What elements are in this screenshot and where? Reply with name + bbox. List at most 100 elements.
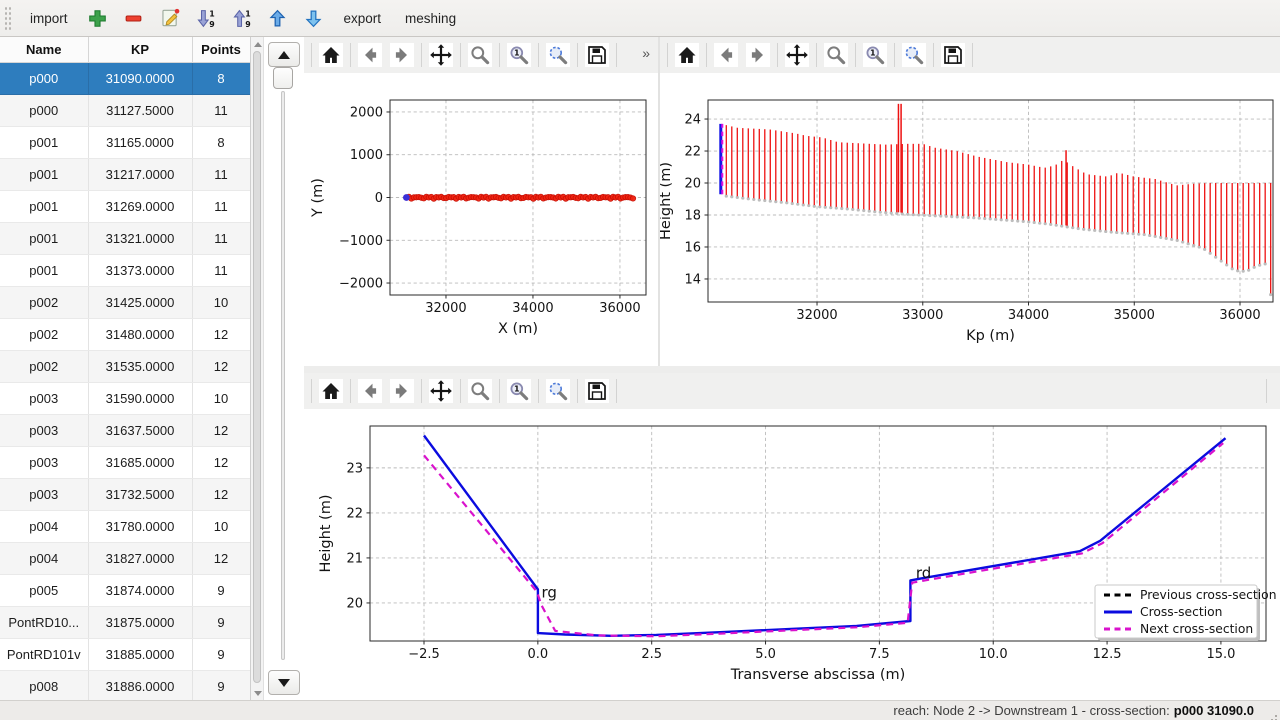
table-cell[interactable]: PontRD10... <box>0 607 88 639</box>
table-row[interactable]: p00131373.000011 <box>0 255 250 287</box>
table-cell[interactable]: 8 <box>192 63 250 95</box>
table-cell[interactable]: 31590.0000 <box>88 383 192 415</box>
table-cell[interactable]: p003 <box>0 447 88 479</box>
next-section-button[interactable] <box>268 670 300 695</box>
table-cell[interactable]: p003 <box>0 383 88 415</box>
back-button[interactable] <box>355 376 385 406</box>
plan-view-chart[interactable]: 320003400036000−2000−1000010002000X (m)Y… <box>304 73 658 360</box>
table-row[interactable]: p00331637.500012 <box>0 415 250 447</box>
table-cell[interactable]: p001 <box>0 191 88 223</box>
table-cell[interactable]: 10 <box>192 383 250 415</box>
home-button[interactable] <box>316 376 346 406</box>
export-button[interactable]: export <box>337 7 389 30</box>
table-cell[interactable]: 11 <box>192 223 250 255</box>
table-cell[interactable]: p004 <box>0 543 88 575</box>
column-header-kp[interactable]: KP <box>88 37 192 63</box>
zoom-original-button[interactable]: 1 <box>504 376 534 406</box>
section-slider-handle[interactable] <box>273 67 293 89</box>
zoom-region-button[interactable] <box>543 40 573 70</box>
table-cell[interactable]: 12 <box>192 543 250 575</box>
save-button[interactable] <box>582 40 612 70</box>
table-cell[interactable]: p005 <box>0 575 88 607</box>
table-cell[interactable]: 11 <box>192 159 250 191</box>
table-cell[interactable]: p002 <box>0 319 88 351</box>
back-button[interactable] <box>711 40 741 70</box>
table-cell[interactable]: 11 <box>192 95 250 127</box>
table-row[interactable]: PontRD10...31875.00009 <box>0 607 250 639</box>
table-cell[interactable]: 31780.0000 <box>88 511 192 543</box>
table-cell[interactable]: 31886.0000 <box>88 671 192 701</box>
table-row[interactable]: p00131217.000011 <box>0 159 250 191</box>
edit-cross-section-button[interactable] <box>157 5 183 31</box>
remove-cross-section-button[interactable] <box>121 5 147 31</box>
longitudinal-profile-chart[interactable]: 3200033000340003500036000141618202224Kp … <box>660 73 1280 360</box>
table-cell[interactable]: 31480.0000 <box>88 319 192 351</box>
table-cell[interactable]: 31165.0000 <box>88 127 192 159</box>
back-button[interactable] <box>355 40 385 70</box>
forward-button[interactable] <box>743 40 773 70</box>
table-row[interactable]: p00431827.000012 <box>0 543 250 575</box>
table-row[interactable]: p00231480.000012 <box>0 319 250 351</box>
home-button[interactable] <box>672 40 702 70</box>
table-cell[interactable]: 31685.0000 <box>88 447 192 479</box>
table-row[interactable]: p00831886.00009 <box>0 671 250 701</box>
table-cell[interactable]: 12 <box>192 415 250 447</box>
zoom-region-button[interactable] <box>899 40 929 70</box>
zoom-button[interactable] <box>465 40 495 70</box>
meshing-button[interactable]: meshing <box>398 7 463 30</box>
table-cell[interactable]: p003 <box>0 479 88 511</box>
table-cell[interactable]: 31885.0000 <box>88 639 192 671</box>
table-row[interactable]: p00231425.000010 <box>0 287 250 319</box>
horizontal-pane-splitter[interactable] <box>304 366 1280 373</box>
table-cell[interactable]: 9 <box>192 639 250 671</box>
column-header-name[interactable]: Name <box>0 37 88 63</box>
table-row[interactable]: p00031127.500011 <box>0 95 250 127</box>
move-down-button[interactable] <box>301 5 327 31</box>
table-cell[interactable]: p001 <box>0 255 88 287</box>
table-cell[interactable]: 31827.0000 <box>88 543 192 575</box>
table-cell[interactable]: 31425.0000 <box>88 287 192 319</box>
table-row[interactable]: p00231535.000012 <box>0 351 250 383</box>
table-row[interactable]: p00431780.000010 <box>0 511 250 543</box>
table-row[interactable]: p00131321.000011 <box>0 223 250 255</box>
table-cell[interactable]: 31637.5000 <box>88 415 192 447</box>
forward-button[interactable] <box>387 40 417 70</box>
zoom-button[interactable] <box>821 40 851 70</box>
cross-section-chart[interactable]: −2.50.02.55.07.510.012.515.020212223Tran… <box>304 409 1280 696</box>
table-cell[interactable]: p002 <box>0 287 88 319</box>
table-cell[interactable]: 31373.0000 <box>88 255 192 287</box>
table-cell[interactable]: 9 <box>192 575 250 607</box>
zoom-original-button[interactable]: 1 <box>860 40 890 70</box>
table-row[interactable]: PontRD101v31885.00009 <box>0 639 250 671</box>
scroll-down-button[interactable] <box>251 687 264 699</box>
sort-ascending-button[interactable]: 19 <box>229 5 255 31</box>
table-row[interactable]: p00331732.500012 <box>0 479 250 511</box>
forward-button[interactable] <box>387 376 417 406</box>
table-cell[interactable]: p004 <box>0 511 88 543</box>
table-cell[interactable]: PontRD101v <box>0 639 88 671</box>
table-cell[interactable]: 31874.0000 <box>88 575 192 607</box>
table-cell[interactable]: p000 <box>0 95 88 127</box>
table-scrollbar[interactable] <box>251 37 264 700</box>
scrollbar-thumb[interactable] <box>253 51 261 683</box>
zoom-region-button[interactable] <box>543 376 573 406</box>
sort-descending-button[interactable]: 19 <box>193 5 219 31</box>
home-button[interactable] <box>316 40 346 70</box>
table-cell[interactable]: p001 <box>0 159 88 191</box>
save-button[interactable] <box>582 376 612 406</box>
table-row[interactable]: p00331685.000012 <box>0 447 250 479</box>
resize-grip[interactable] <box>1275 715 1277 717</box>
section-slider-track[interactable] <box>281 91 285 660</box>
table-cell[interactable]: 9 <box>192 607 250 639</box>
toolbar-overflow-button[interactable]: » <box>642 45 650 61</box>
table-row[interactable]: p00331590.000010 <box>0 383 250 415</box>
table-cell[interactable]: 31875.0000 <box>88 607 192 639</box>
table-cell[interactable]: p000 <box>0 63 88 95</box>
table-cell[interactable]: p001 <box>0 127 88 159</box>
table-row[interactable]: p00031090.00008 <box>0 63 250 95</box>
table-cell[interactable]: p001 <box>0 223 88 255</box>
column-header-points[interactable]: Points <box>192 37 250 63</box>
table-cell[interactable]: 31127.5000 <box>88 95 192 127</box>
zoom-button[interactable] <box>465 376 495 406</box>
table-cell[interactable]: 31732.5000 <box>88 479 192 511</box>
